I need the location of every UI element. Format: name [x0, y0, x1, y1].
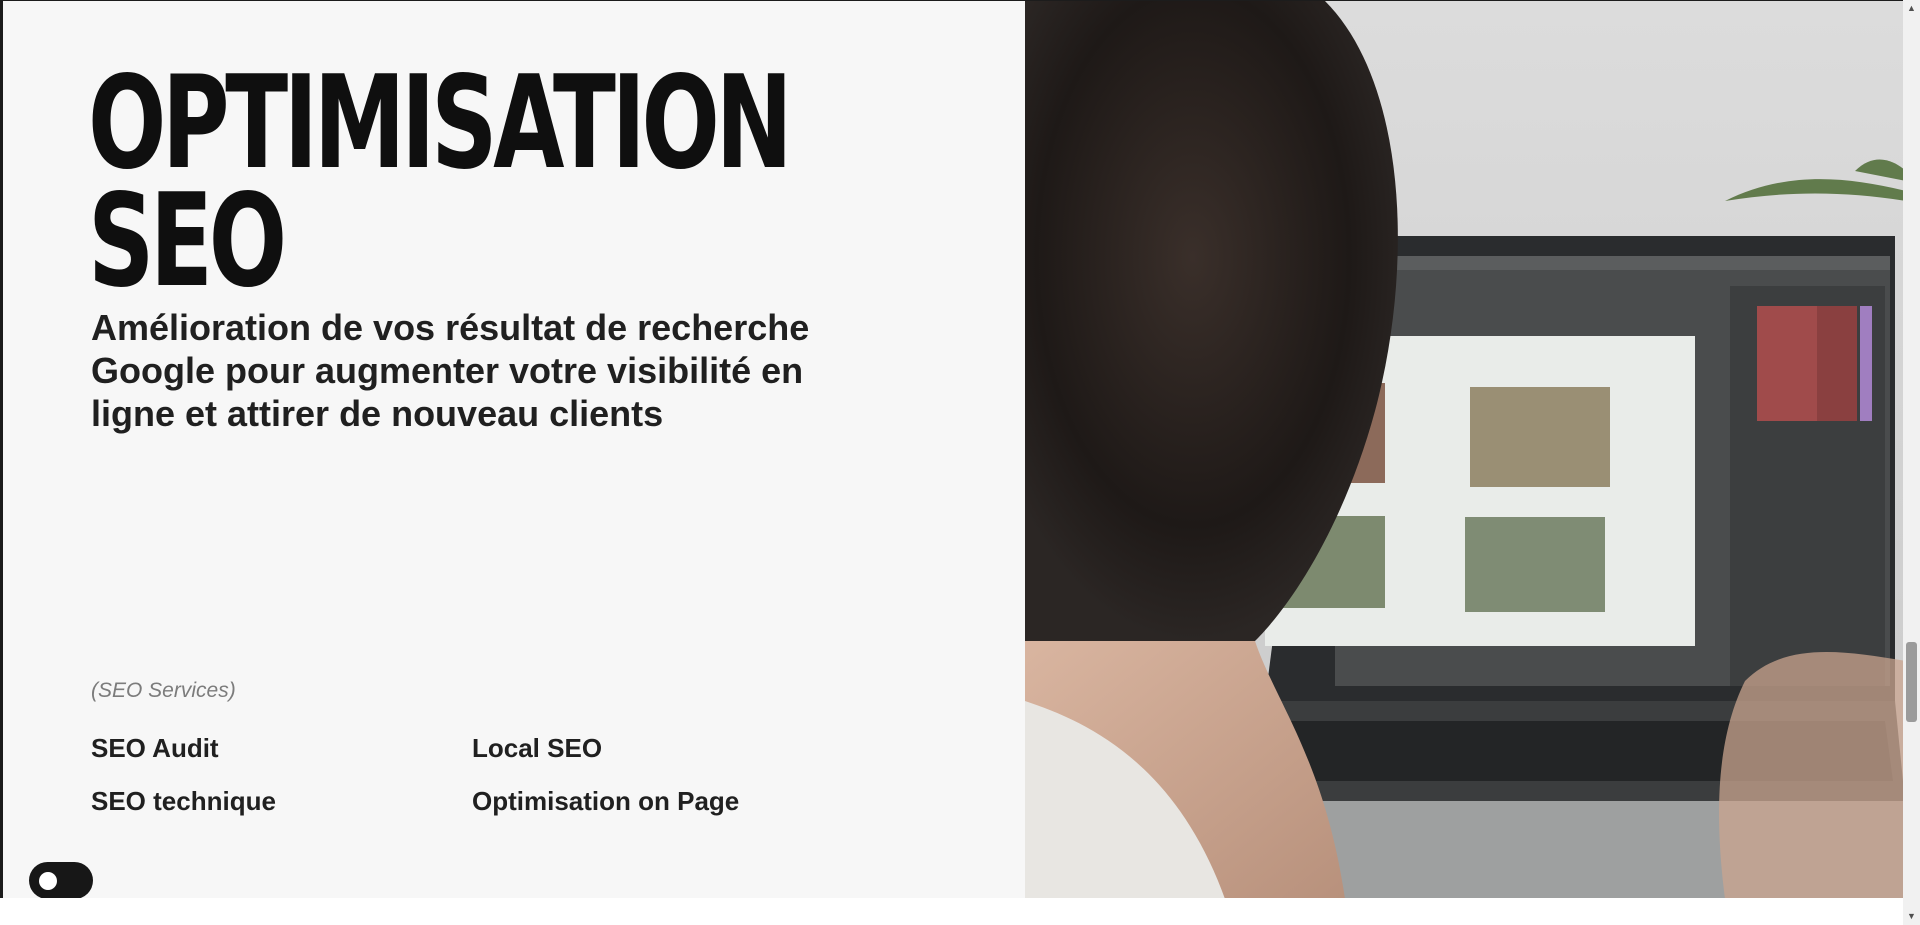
scrollbar-thumb[interactable]: [1906, 642, 1917, 722]
services-list: SEO Audit Local SEO SEO technique Optimi…: [91, 735, 851, 815]
hero-section: OPTIMISATION SEO Amélioration de vos rés…: [3, 1, 1025, 898]
scrollbar[interactable]: ▲ ▼: [1903, 0, 1920, 925]
service-item-local-seo: Local SEO: [472, 733, 603, 763]
hero-subtitle: Amélioration de vos résultat de recherch…: [91, 307, 810, 434]
title-line-1: OPTIMISATION: [88, 49, 793, 198]
scroll-up-icon[interactable]: ▲: [1903, 0, 1920, 17]
theme-toggle[interactable]: [29, 862, 93, 898]
service-item-seo-technique: SEO technique: [91, 786, 276, 816]
page: OPTIMISATION SEO Amélioration de vos rés…: [0, 0, 1903, 898]
page-title: OPTIMISATION SEO: [88, 49, 793, 316]
services-label: (SEO Services): [91, 679, 236, 702]
title-line-2: SEO: [88, 167, 287, 316]
service-item-seo-audit: SEO Audit: [91, 733, 219, 763]
photo-illustration: [1025, 1, 1903, 898]
hand: [1719, 652, 1903, 898]
service-item-optimisation-on-page: Optimisation on Page: [472, 786, 740, 816]
hero-photo: [1025, 1, 1903, 898]
scroll-down-icon[interactable]: ▼: [1903, 908, 1920, 925]
toggle-knob: [39, 872, 57, 890]
